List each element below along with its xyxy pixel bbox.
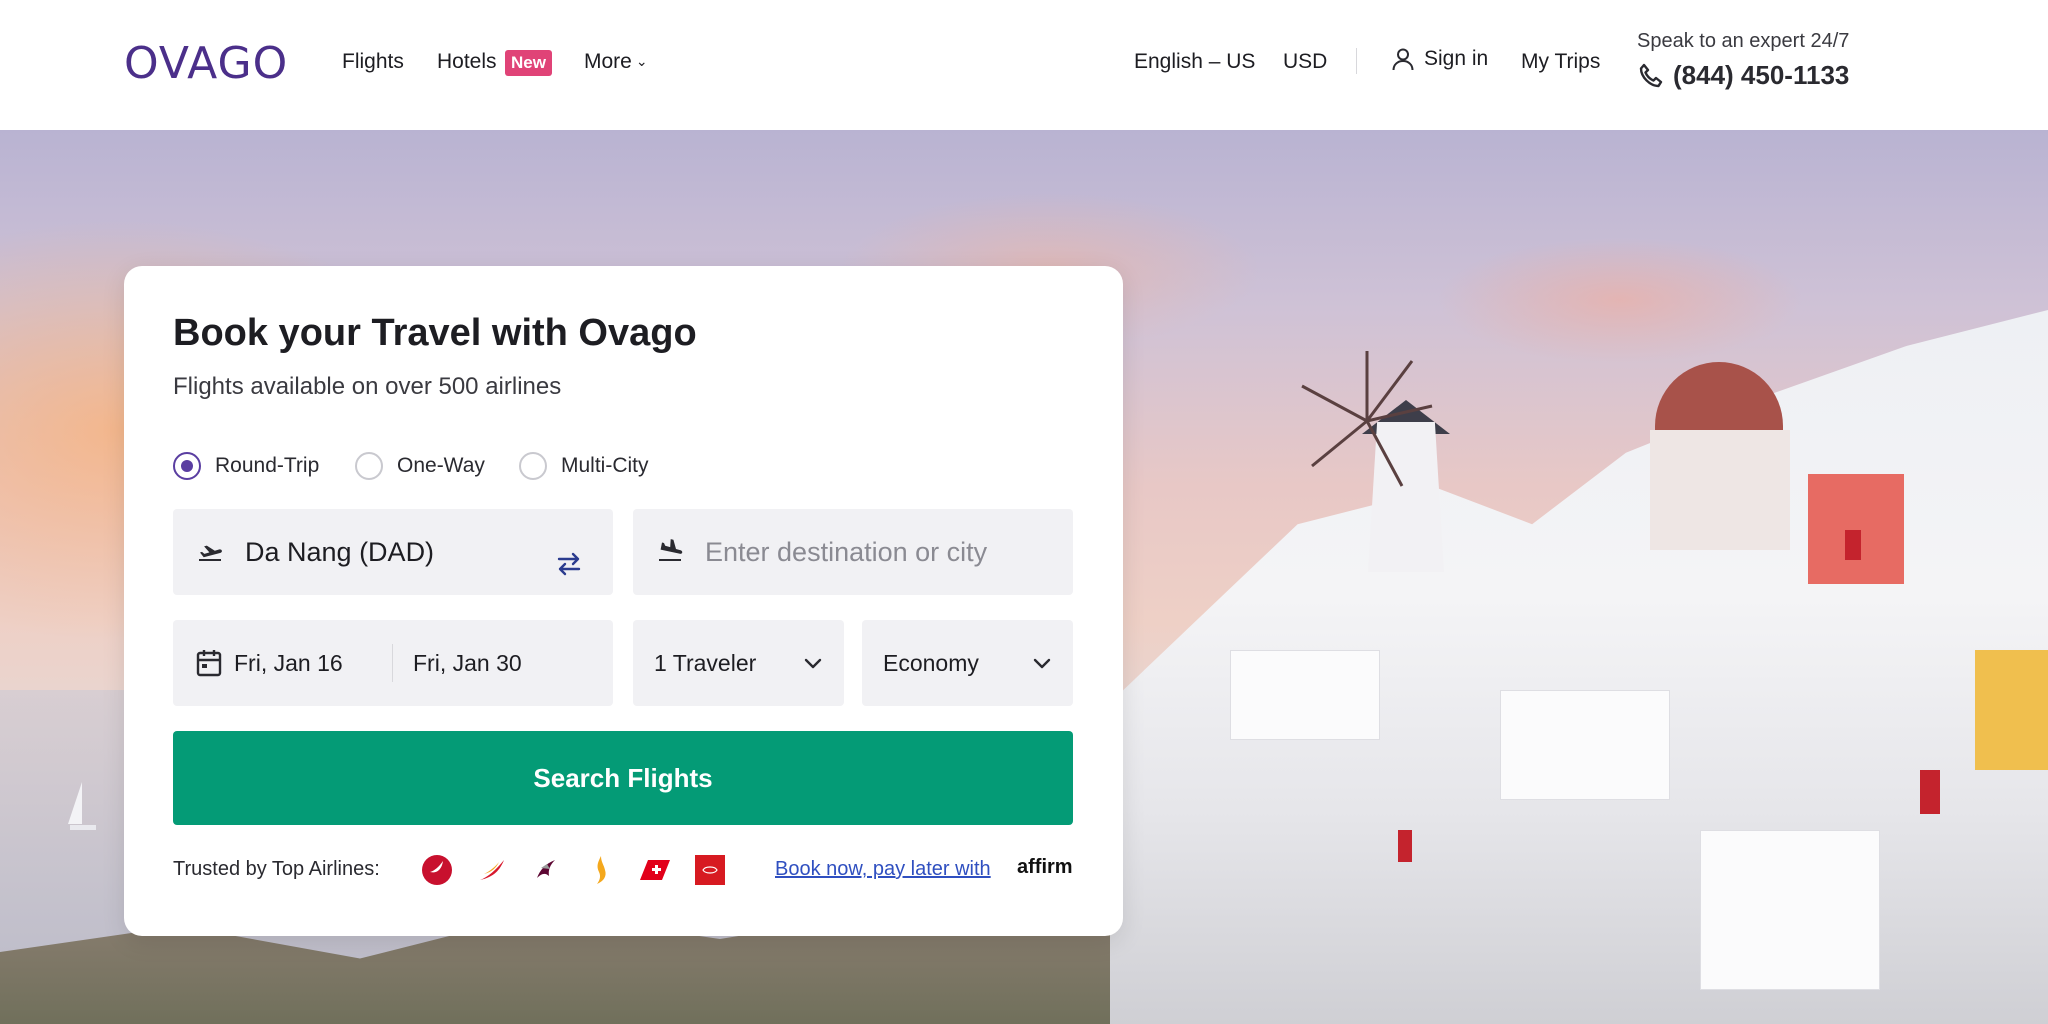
booking-card: Book your Travel with Ovago Flights avai… (124, 266, 1123, 936)
pink-house (1808, 474, 1904, 584)
swiss-icon (640, 854, 672, 886)
red-door (1920, 770, 1940, 814)
sign-in-link[interactable]: Sign in (1390, 46, 1488, 72)
landing-icon (655, 537, 685, 567)
cabin-class-select[interactable]: Economy (862, 620, 1073, 706)
round-trip-option[interactable]: Round-Trip (173, 452, 319, 480)
ovago-logo[interactable]: OVAGO (124, 38, 288, 89)
travelers-value: 1 Traveler (654, 649, 757, 676)
pay-later-link[interactable]: Book now, pay later with (775, 858, 991, 881)
cabin-class-value: Economy (883, 649, 979, 676)
origin-value: Da Nang (DAD) (245, 536, 435, 567)
one-way-radio[interactable] (355, 452, 383, 480)
multi-city-radio[interactable] (519, 452, 547, 480)
yellow-house (1975, 650, 2048, 770)
destination-field[interactable]: Enter destination or city (633, 509, 1073, 595)
nav-hotels[interactable]: Hotels (437, 50, 497, 74)
round-trip-label: Round-Trip (215, 454, 320, 477)
qatar-airways-icon (531, 854, 563, 886)
destination-input[interactable]: Enter destination or city (705, 537, 987, 568)
nav-flights[interactable]: Flights (342, 50, 404, 74)
trusted-airlines-label: Trusted by Top Airlines: (173, 858, 380, 880)
travelers-select[interactable]: 1 Traveler (633, 620, 844, 706)
multi-city-option[interactable]: Multi-City (519, 452, 649, 480)
chevron-down-icon (1033, 658, 1051, 669)
windmill-sails (1301, 351, 1433, 487)
language-selector[interactable]: English – US (1134, 50, 1255, 74)
singapore-airlines-icon (585, 854, 617, 886)
booking-title: Book your Travel with Ovago (173, 312, 697, 354)
booking-subtitle: Flights available on over 500 airlines (173, 373, 562, 400)
chevron-down-icon: ⌄ (635, 53, 648, 69)
church (1650, 430, 1790, 550)
date-divider (392, 644, 393, 682)
red-door (1845, 530, 1861, 560)
one-way-label: One-Way (397, 454, 485, 477)
depart-date[interactable]: Fri, Jan 16 (234, 650, 343, 677)
affirm-logo: affirm (1017, 856, 1073, 878)
site-header: OVAGO Flights Hotels New More ⌄ English –… (0, 0, 2048, 130)
date-picker[interactable]: Fri, Jan 16 Fri, Jan 30 (173, 620, 613, 706)
currency-selector[interactable]: USD (1283, 50, 1327, 74)
nav-more[interactable]: More ⌄ (584, 50, 648, 74)
new-badge: New (505, 50, 552, 76)
my-trips-link[interactable]: My Trips (1521, 50, 1600, 74)
emirates-icon (694, 854, 726, 886)
church-dome (1655, 362, 1783, 432)
round-trip-radio[interactable] (173, 452, 201, 480)
phone-link[interactable]: (844) 450-1133 (1637, 60, 1849, 91)
takeoff-icon (195, 537, 225, 567)
white-house (1230, 650, 1380, 740)
nav-more-label: More (584, 50, 632, 73)
header-divider (1356, 48, 1357, 74)
chevron-down-icon (804, 658, 822, 669)
sign-in-label: Sign in (1424, 47, 1489, 70)
phone-icon (1639, 63, 1663, 87)
swap-icon[interactable] (554, 549, 584, 579)
user-icon (1392, 48, 1414, 71)
return-date[interactable]: Fri, Jan 30 (413, 650, 522, 677)
one-way-option[interactable]: One-Way (355, 452, 485, 480)
iberia-icon (476, 854, 508, 886)
white-house (1500, 690, 1670, 800)
red-door (1398, 830, 1412, 862)
calendar-icon (196, 650, 222, 677)
sailboat (68, 782, 96, 830)
origin-field[interactable]: Da Nang (DAD) (173, 509, 613, 595)
search-flights-button[interactable]: Search Flights (173, 731, 1073, 825)
white-house (1700, 830, 1880, 990)
phone-number: (844) 450-1133 (1673, 60, 1850, 90)
expert-support-text: Speak to an expert 24/7 (1637, 30, 1850, 52)
turkish-airlines-icon (421, 854, 453, 886)
multi-city-label: Multi-City (561, 454, 649, 477)
